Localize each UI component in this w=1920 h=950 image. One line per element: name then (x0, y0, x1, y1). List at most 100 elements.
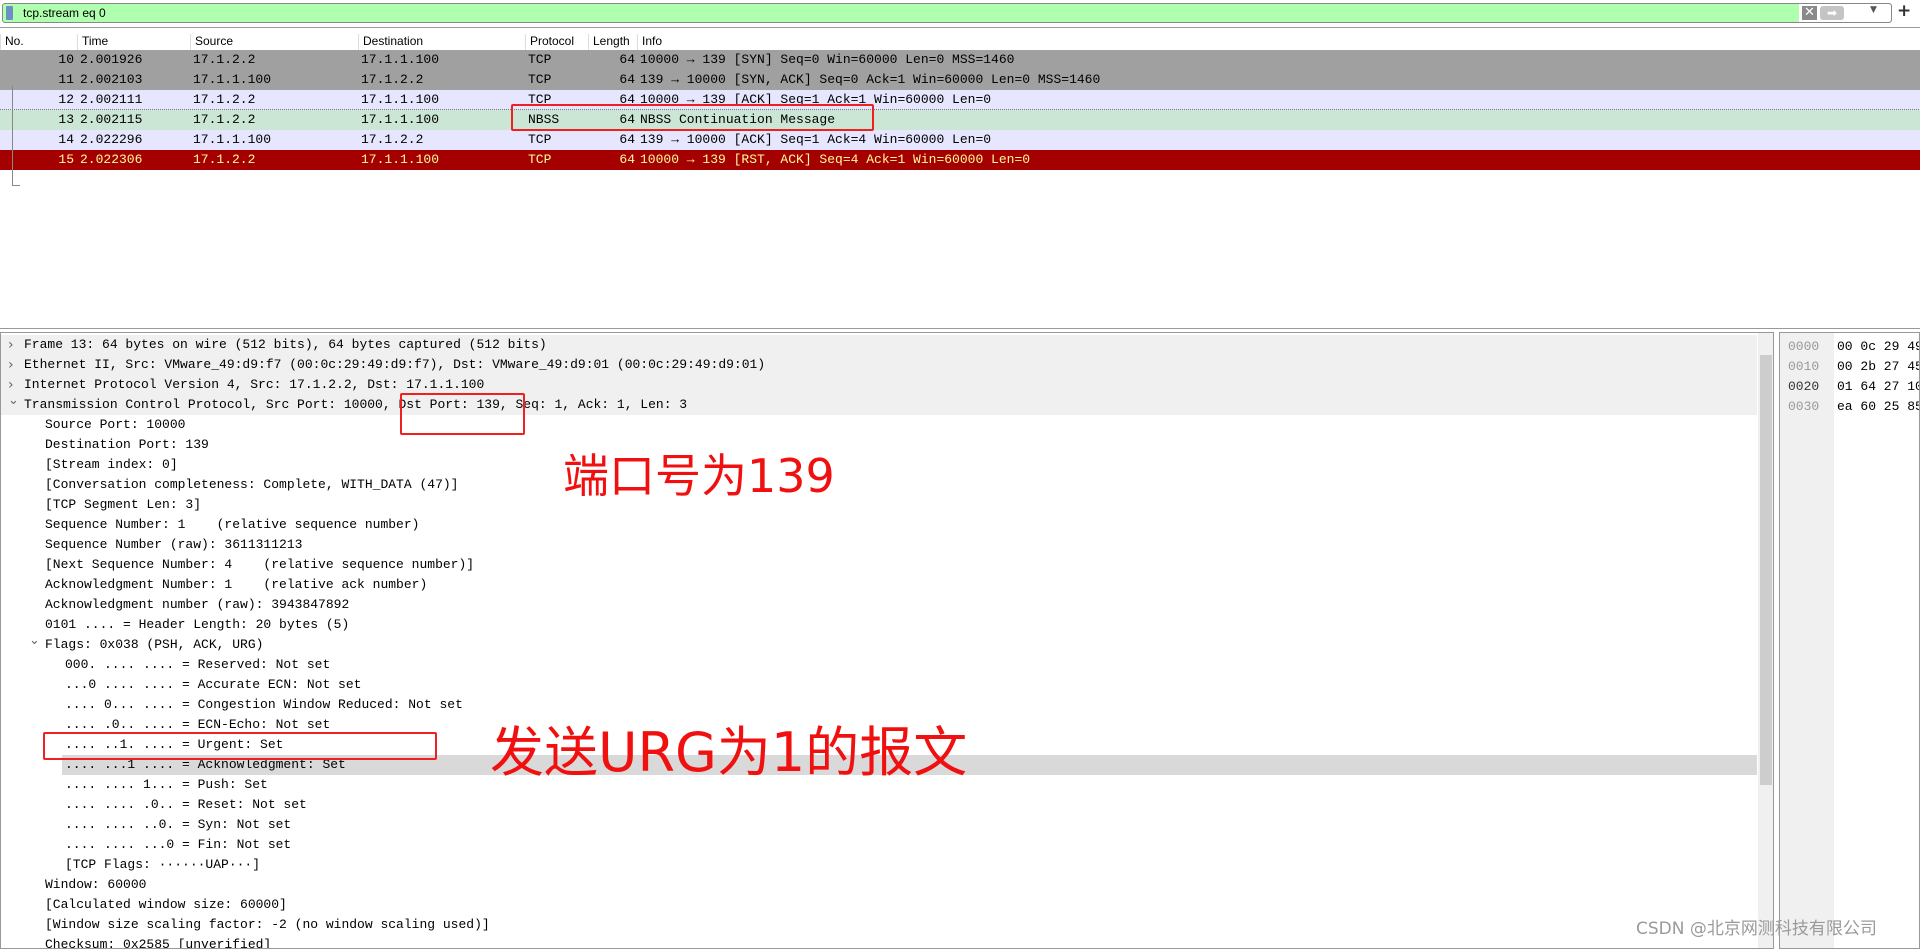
hex-bytes: 00 0c 29 49 (1837, 339, 1920, 354)
cell-src: 17.1.1.100 (193, 132, 272, 147)
close-icon[interactable]: ✕ (1802, 6, 1817, 20)
detail-row[interactable]: [TCP Segment Len: 3] (1, 495, 1757, 515)
detail-text: .... 0... .... = Congestion Window Reduc… (65, 697, 463, 712)
detail-row[interactable]: Sequence Number: 1 (relative sequence nu… (1, 515, 1757, 535)
detail-row[interactable]: Sequence Number (raw): 3611311213 (1, 535, 1757, 555)
cell-time: 2.002115 (80, 112, 143, 127)
detail-row[interactable]: [Next Sequence Number: 4 (relative seque… (1, 555, 1757, 575)
chevron-right-icon[interactable]: › (8, 355, 14, 375)
detail-text: [TCP Segment Len: 3] (45, 497, 202, 512)
detail-row[interactable]: [Calculated window size: 60000] (1, 895, 1757, 915)
caret-down-icon[interactable]: ▼ (1870, 5, 1877, 15)
vertical-scrollbar[interactable] (1758, 333, 1773, 948)
annotation-port: 端口号为139 (563, 449, 835, 503)
cell-src: 17.1.2.2 (193, 112, 256, 127)
annotation-urg: 发送URG为1的报文 (490, 721, 968, 784)
packet-row[interactable]: 14 2.022296 17.1.1.100 17.1.2.2 TCP 64 139 → 1… (0, 130, 1920, 150)
scroll-thumb[interactable] (1760, 355, 1772, 785)
detail-row[interactable]: Acknowledgment number (raw): 3943847892 (1, 595, 1757, 615)
detail-text: Ethernet II, Src: VMware_49:d9:f7 (00:0c… (24, 357, 766, 372)
column-header-protocol[interactable]: Protocol (525, 34, 574, 50)
column-header-time[interactable]: Time (77, 34, 108, 50)
detail-row[interactable]: Source Port: 10000 (1, 415, 1757, 435)
cell-proto: TCP (528, 132, 552, 147)
packet-bytes[interactable]: 0000 00 0c 29 49 0010 00 2b 27 45 0020 01 64 … (1779, 332, 1920, 949)
chevron-right-icon[interactable]: › (8, 335, 14, 355)
detail-text: Frame 13: 64 bytes on wire (512 bits), 6… (24, 337, 547, 352)
detail-row[interactable]: ...0 .... .... = Accurate ECN: Not set (1, 675, 1757, 695)
packet-details[interactable]: › Frame 13: 64 bytes on wire (512 bits), … (0, 332, 1774, 949)
detail-text: ...0 .... .... = Accurate ECN: Not set (65, 677, 362, 692)
cell-info: 10000 → 139 [SYN] Seq=0 Win=60000 Len=0 … (640, 52, 1015, 67)
cell-time: 2.022296 (80, 132, 143, 147)
detail-row[interactable]: › Internet Protocol Version 4, Src: 17.1.… (1, 375, 1757, 395)
detail-row[interactable]: Checksum: 0x2585 [unverified] (1, 935, 1757, 948)
cell-proto: TCP (528, 152, 552, 167)
cell-dst: 17.1.1.100 (361, 52, 440, 67)
arrow-right-icon[interactable]: ➡ (1820, 6, 1844, 20)
detail-row[interactable]: 000. .... .... = Reserved: Not set (1, 655, 1757, 675)
cell-dst: 17.1.2.2 (361, 132, 424, 147)
cell-src: 17.1.1.100 (193, 72, 272, 87)
hex-row[interactable]: 0010 00 2b 27 45 (1780, 357, 1919, 377)
hex-row[interactable]: 0000 00 0c 29 49 (1780, 337, 1920, 357)
detail-text: .... .... 1... = Push: Set (65, 777, 268, 792)
packet-row[interactable]: 10 2.001926 17.1.2.2 17.1.1.100 TCP 64 10000 →… (0, 50, 1920, 70)
highlight-box-dst-port (400, 393, 525, 435)
packet-row[interactable]: 13 2.002115 17.1.2.2 17.1.1.100 NBSS 64 NBSS C… (0, 109, 1920, 131)
detail-text: [Calculated window size: 60000] (45, 897, 287, 912)
detail-row[interactable]: 0101 .... = Header Length: 20 bytes (5) (1, 615, 1757, 635)
cell-proto: TCP (528, 52, 552, 67)
detail-row[interactable]: .... .... .0.. = Reset: Not set (1, 795, 1757, 815)
detail-row[interactable]: Window: 60000 (1, 875, 1757, 895)
detail-row[interactable]: .... .... ...0 = Fin: Not set (1, 835, 1757, 855)
packet-row[interactable]: 11 2.002103 17.1.1.100 17.1.2.2 TCP 64 139 → 1… (0, 70, 1920, 90)
hex-row[interactable]: 0020 01 64 27 10 (1780, 377, 1919, 397)
bookmark-icon[interactable] (6, 6, 13, 20)
packet-list[interactable]: No. Time Source Destination Protocol Length In… (0, 27, 1920, 329)
detail-text: [TCP Flags: ······UAP···] (65, 857, 261, 872)
add-filter-button[interactable]: + (1897, 1, 1911, 21)
chevron-down-icon[interactable]: ⌄ (8, 391, 19, 411)
cell-info: 139 → 10000 [SYN, ACK] Seq=0 Ack=1 Win=6… (640, 72, 1101, 87)
cell-time: 2.002111 (80, 92, 143, 107)
cell-time: 2.022306 (80, 152, 143, 167)
cell-src: 17.1.2.2 (193, 152, 256, 167)
detail-text: Sequence Number: 1 (relative sequence nu… (45, 517, 420, 532)
column-header-length[interactable]: Length (588, 34, 630, 50)
detail-text: Flags: 0x038 (PSH, ACK, URG) (45, 637, 264, 652)
detail-row[interactable]: › Frame 13: 64 bytes on wire (512 bits), … (1, 335, 1757, 355)
highlight-box-urgent (43, 732, 437, 760)
filter-input[interactable]: tcp.stream eq 0 (23, 6, 106, 20)
detail-text: 0101 .... = Header Length: 20 bytes (5) (45, 617, 350, 632)
cell-src: 17.1.2.2 (193, 52, 256, 67)
detail-row[interactable]: ⌄ Transmission Control Protocol, Src Port… (1, 393, 1757, 415)
hex-offset: 0000 (1788, 339, 1820, 354)
display-filter-bar[interactable]: tcp.stream eq 0 ✕ ➡ ▼ (2, 3, 1892, 23)
packet-row[interactable]: 12 2.002111 17.1.2.2 17.1.1.100 TCP 64 10000 →… (0, 90, 1920, 110)
detail-row[interactable]: Acknowledgment Number: 1 (relative ack n… (1, 575, 1757, 595)
detail-row[interactable]: › Ethernet II, Src: VMware_49:d9:f7 (00:0… (1, 355, 1757, 375)
column-header-destination[interactable]: Destination (358, 34, 423, 50)
cell-dst: 17.1.1.100 (361, 92, 440, 107)
packet-row[interactable]: 15 2.022306 17.1.2.2 17.1.1.100 TCP 64 10000 →… (0, 150, 1920, 170)
detail-row[interactable]: [Conversation completeness: Complete, WI… (1, 475, 1757, 495)
chevron-down-icon[interactable]: ⌄ (29, 631, 40, 651)
cell-time: 2.001926 (80, 52, 143, 67)
detail-row[interactable]: .... .... ..0. = Syn: Not set (1, 815, 1757, 835)
cell-no: 10 (58, 52, 74, 67)
hex-offset: 0010 (1788, 359, 1820, 374)
column-header-no[interactable]: No. (0, 34, 24, 50)
detail-row[interactable]: Destination Port: 139 (1, 435, 1757, 455)
detail-row[interactable]: [TCP Flags: ······UAP···] (1, 855, 1757, 875)
detail-row[interactable]: ⌄ Flags: 0x038 (PSH, ACK, URG) (1, 633, 1757, 655)
detail-row[interactable]: [Stream index: 0] (1, 455, 1757, 475)
cell-time: 2.002103 (80, 72, 143, 87)
column-header-info[interactable]: Info (637, 34, 662, 50)
detail-row[interactable]: [Window size scaling factor: -2 (no wind… (1, 915, 1757, 935)
hex-row[interactable]: 0030 ea 60 25 85 (1780, 397, 1919, 417)
packet-list-header: No. Time Source Destination Protocol Length In… (0, 30, 1920, 50)
detail-text: [Conversation completeness: Complete, WI… (45, 477, 459, 492)
column-header-source[interactable]: Source (190, 34, 233, 50)
detail-text: .... .... .0.. = Reset: Not set (65, 797, 307, 812)
